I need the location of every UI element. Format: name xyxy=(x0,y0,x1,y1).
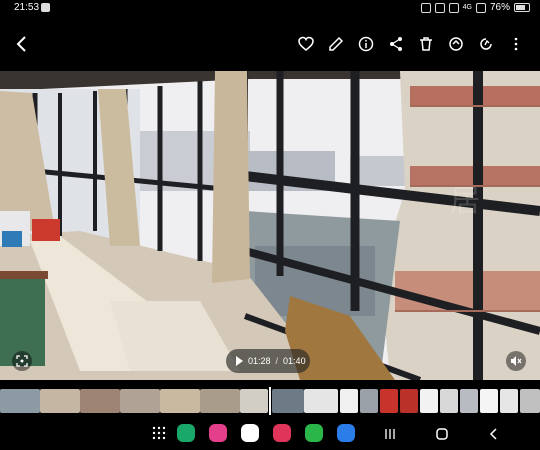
filmstrip-thumb[interactable] xyxy=(80,389,120,413)
signal-icon xyxy=(475,2,486,13)
filmstrip-thumb[interactable] xyxy=(340,389,358,413)
info-icon[interactable] xyxy=(356,34,376,54)
filmstrip-thumb[interactable] xyxy=(360,389,378,413)
filmstrip-thumb[interactable] xyxy=(272,389,304,413)
room-scene: 居 xyxy=(0,71,540,380)
wechat-app-icon[interactable] xyxy=(305,424,323,442)
filmstrip-thumb[interactable] xyxy=(440,389,458,413)
battery-percent: 76% xyxy=(489,2,510,13)
chat-app-icon[interactable] xyxy=(337,424,355,442)
back-chevron-icon[interactable] xyxy=(12,34,32,54)
home-icon[interactable] xyxy=(434,426,450,442)
filmstrip-thumb[interactable] xyxy=(480,389,498,413)
filmstrip-thumb[interactable] xyxy=(500,389,518,413)
viewer-toolbar xyxy=(0,16,540,71)
filmstrip-thumb[interactable] xyxy=(40,389,80,413)
mute-icon[interactable] xyxy=(506,351,526,371)
video-app-icon[interactable] xyxy=(273,424,291,442)
navigation-bar xyxy=(0,418,540,450)
filmstrip-thumb[interactable] xyxy=(400,389,418,413)
app-drawer-icon[interactable] xyxy=(150,424,168,442)
filmstrip-thumb[interactable] xyxy=(120,389,160,413)
share-icon[interactable] xyxy=(386,34,406,54)
total-time: 01:40 xyxy=(283,356,306,366)
edit-pencil-icon[interactable] xyxy=(326,34,346,54)
dialer-app-icon[interactable] xyxy=(177,424,195,442)
more-vert-icon[interactable] xyxy=(506,34,526,54)
current-time: 01:28 xyxy=(248,356,271,366)
recents-icon[interactable] xyxy=(382,426,398,442)
camera-app-icon[interactable] xyxy=(241,424,259,442)
filmstrip-thumb[interactable] xyxy=(304,389,338,413)
play-icon[interactable] xyxy=(236,356,243,366)
time-separator: / xyxy=(275,356,279,366)
bluetooth-icon xyxy=(420,2,431,13)
status-bar: 21:53 4G 76% xyxy=(0,0,540,16)
video-player-control[interactable]: 01:28 / 01:40 xyxy=(226,349,310,373)
filmstrip-thumb[interactable] xyxy=(0,389,40,413)
wifi-icon xyxy=(448,2,459,13)
video-frame[interactable]: 居 01:28 / 01:40 xyxy=(0,71,540,380)
heart-icon[interactable] xyxy=(296,34,316,54)
filmstrip-thumb[interactable] xyxy=(460,389,478,413)
remaster-icon[interactable] xyxy=(476,34,496,54)
filmstrip-thumb[interactable] xyxy=(240,389,268,413)
flower-app-icon[interactable] xyxy=(209,424,227,442)
status-icons: 4G 76% xyxy=(420,2,530,13)
status-time: 21:53 xyxy=(14,2,40,13)
filmstrip-thumb[interactable] xyxy=(420,389,438,413)
capture-icon[interactable] xyxy=(12,351,32,371)
notification-icon xyxy=(41,3,50,12)
battery-icon xyxy=(514,3,530,12)
network-label: 4G xyxy=(462,4,472,11)
filmstrip-thumb[interactable] xyxy=(160,389,200,413)
filmstrip-thumb[interactable] xyxy=(520,389,540,413)
delete-icon[interactable] xyxy=(416,34,436,54)
filmstrip-position-marker xyxy=(269,387,271,415)
filmstrip-thumb[interactable] xyxy=(200,389,240,413)
filmstrip[interactable] xyxy=(0,387,540,415)
back-icon[interactable] xyxy=(486,426,502,442)
filmstrip-thumb[interactable] xyxy=(380,389,398,413)
rotate-icon[interactable] xyxy=(446,34,466,54)
watermark-text: 居 xyxy=(450,184,480,219)
alarm-icon xyxy=(434,2,445,13)
